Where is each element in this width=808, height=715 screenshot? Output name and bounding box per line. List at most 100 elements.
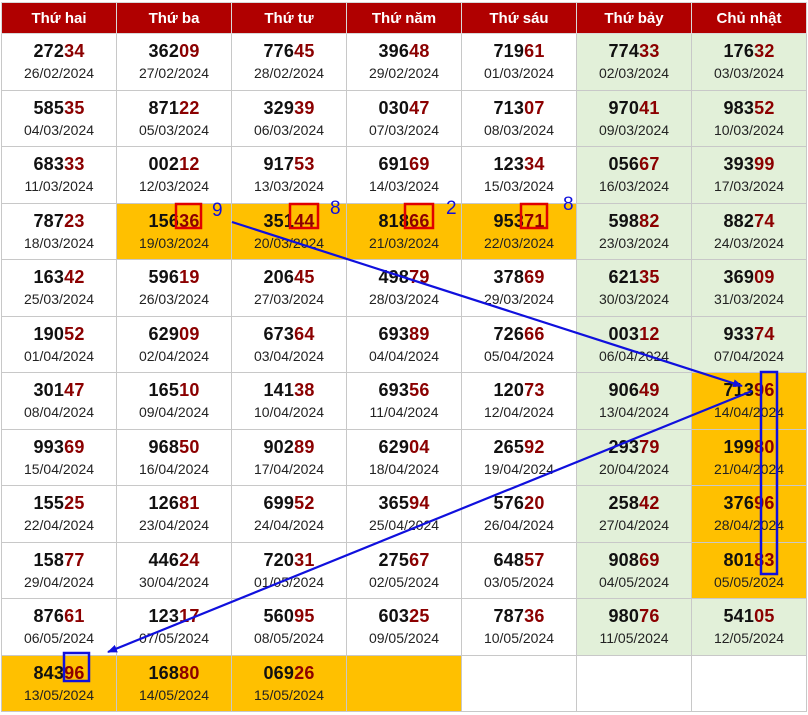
result-number-prefix: 056 xyxy=(608,154,640,175)
result-date: 21/04/2024 xyxy=(713,460,785,477)
result-cell-wednesday: 14138 10/04/2024 xyxy=(231,372,347,430)
result-date: 31/03/2024 xyxy=(713,291,785,308)
result-number-prefix: 719 xyxy=(493,41,525,62)
result-number: 90649 xyxy=(577,379,691,401)
result-cell-saturday: 77433 02/03/2024 xyxy=(576,33,692,91)
result-number-suffix: 33 xyxy=(639,41,660,62)
result-number: 78723 xyxy=(2,210,116,232)
result-number-prefix: 030 xyxy=(378,97,410,118)
result-date: 01/05/2024 xyxy=(253,573,325,590)
result-number: 56095 xyxy=(232,605,346,627)
result-cell-sunday: 71396 14/04/2024 xyxy=(691,372,807,430)
result-number-prefix: 787 xyxy=(33,210,65,231)
result-date: 12/03/2024 xyxy=(138,178,210,195)
result-date: 28/03/2024 xyxy=(368,291,440,308)
result-number: 16880 xyxy=(117,662,231,684)
header-sunday: Chủ nhật xyxy=(691,2,807,34)
result-number: 62904 xyxy=(347,436,461,458)
result-date: 19/03/2024 xyxy=(138,234,210,251)
result-number-prefix: 902 xyxy=(263,436,295,457)
result-number-prefix: 168 xyxy=(148,662,180,683)
result-cell-monday: 99369 15/04/2024 xyxy=(1,428,117,486)
result-date: 26/03/2024 xyxy=(138,291,210,308)
result-number: 87661 xyxy=(2,605,116,627)
result-number-prefix: 953 xyxy=(493,210,525,231)
result-cell-thursday: 81866 21/03/2024 xyxy=(346,202,462,260)
result-number-prefix: 629 xyxy=(148,323,180,344)
result-date: 06/03/2024 xyxy=(253,121,325,138)
result-number: 12317 xyxy=(117,605,231,627)
result-number-prefix: 560 xyxy=(263,606,295,627)
result-number-prefix: 069 xyxy=(263,662,295,683)
table-row: 84396 13/05/2024 16880 14/05/2024 06926 15/05… xyxy=(1,654,807,712)
result-number-suffix: 53 xyxy=(294,154,315,175)
results-table-container: Thứ hai Thứ ba Thứ tư Thứ năm Thứ sáu Th… xyxy=(1,2,807,712)
result-date: 14/03/2024 xyxy=(368,178,440,195)
empty-cell xyxy=(461,654,577,712)
result-number-suffix: 17 xyxy=(179,606,200,627)
result-date: 18/04/2024 xyxy=(368,460,440,477)
result-number: 77645 xyxy=(232,40,346,62)
result-date: 26/04/2024 xyxy=(483,517,555,534)
result-number-suffix: 09 xyxy=(179,41,200,62)
result-number-suffix: 69 xyxy=(524,267,545,288)
result-number-prefix: 720 xyxy=(263,549,295,570)
result-number: 12681 xyxy=(117,492,231,514)
result-date: 04/03/2024 xyxy=(23,121,95,138)
result-number-suffix: 41 xyxy=(639,97,660,118)
result-cell-monday: 15525 22/04/2024 xyxy=(1,485,117,543)
result-date: 30/04/2024 xyxy=(138,573,210,590)
result-number: 25842 xyxy=(577,492,691,514)
result-number-suffix: 83 xyxy=(754,549,775,570)
result-cell-thursday: 36594 25/04/2024 xyxy=(346,485,462,543)
result-date: 03/04/2024 xyxy=(253,347,325,364)
result-date: 24/04/2024 xyxy=(253,517,325,534)
result-number-prefix: 993 xyxy=(33,436,65,457)
result-date: 25/03/2024 xyxy=(23,291,95,308)
result-number-prefix: 362 xyxy=(148,41,180,62)
result-number-suffix: 38 xyxy=(294,380,315,401)
result-number-suffix: 94 xyxy=(409,493,430,514)
empty-cell xyxy=(346,654,462,712)
table-row: 19052 01/04/2024 62909 02/04/2024 67364 03/04… xyxy=(1,315,807,373)
result-cell-wednesday: 72031 01/05/2024 xyxy=(231,541,347,599)
result-number: 90869 xyxy=(577,549,691,571)
result-cell-tuesday: 96850 16/04/2024 xyxy=(116,428,232,486)
result-cell-saturday: 90649 13/04/2024 xyxy=(576,372,692,430)
header-row: Thứ hai Thứ ba Thứ tư Thứ năm Thứ sáu Th… xyxy=(1,2,807,34)
result-date: 27/04/2024 xyxy=(598,517,670,534)
result-number-suffix: 69 xyxy=(409,154,430,175)
result-cell-saturday: 05667 16/03/2024 xyxy=(576,146,692,204)
result-number: 57620 xyxy=(462,492,576,514)
result-date: 17/03/2024 xyxy=(713,178,785,195)
result-number: 27234 xyxy=(2,40,116,62)
result-cell-friday: 12334 15/03/2024 xyxy=(461,146,577,204)
result-date: 24/03/2024 xyxy=(713,234,785,251)
result-number-prefix: 155 xyxy=(33,493,65,514)
result-cell-monday: 16342 25/03/2024 xyxy=(1,259,117,317)
result-number-prefix: 002 xyxy=(148,154,180,175)
result-number-prefix: 265 xyxy=(493,436,525,457)
result-cell-sunday: 93374 07/04/2024 xyxy=(691,315,807,373)
result-cell-friday: 72666 05/04/2024 xyxy=(461,315,577,373)
result-date: 10/04/2024 xyxy=(253,404,325,421)
result-date: 25/04/2024 xyxy=(368,517,440,534)
result-number-suffix: 52 xyxy=(294,493,315,514)
result-number: 36594 xyxy=(347,492,461,514)
result-number-suffix: 35 xyxy=(64,97,85,118)
result-cell-sunday: 54105 12/05/2024 xyxy=(691,598,807,656)
result-number: 37869 xyxy=(462,266,576,288)
result-number-prefix: 329 xyxy=(263,97,295,118)
result-number: 72666 xyxy=(462,323,576,345)
result-number: 90289 xyxy=(232,436,346,458)
result-cell-sunday: 19980 21/04/2024 xyxy=(691,428,807,486)
table-row: 87661 06/05/2024 12317 07/05/2024 56095 08/05… xyxy=(1,598,807,656)
result-date: 02/05/2024 xyxy=(368,573,440,590)
result-date: 09/05/2024 xyxy=(368,630,440,647)
result-cell-saturday: 90869 04/05/2024 xyxy=(576,541,692,599)
result-date: 03/05/2024 xyxy=(483,573,555,590)
result-number-suffix: 52 xyxy=(64,323,85,344)
result-cell-friday: 95371 22/03/2024 xyxy=(461,202,577,260)
result-number-prefix: 691 xyxy=(378,154,410,175)
result-number-prefix: 351 xyxy=(263,210,295,231)
